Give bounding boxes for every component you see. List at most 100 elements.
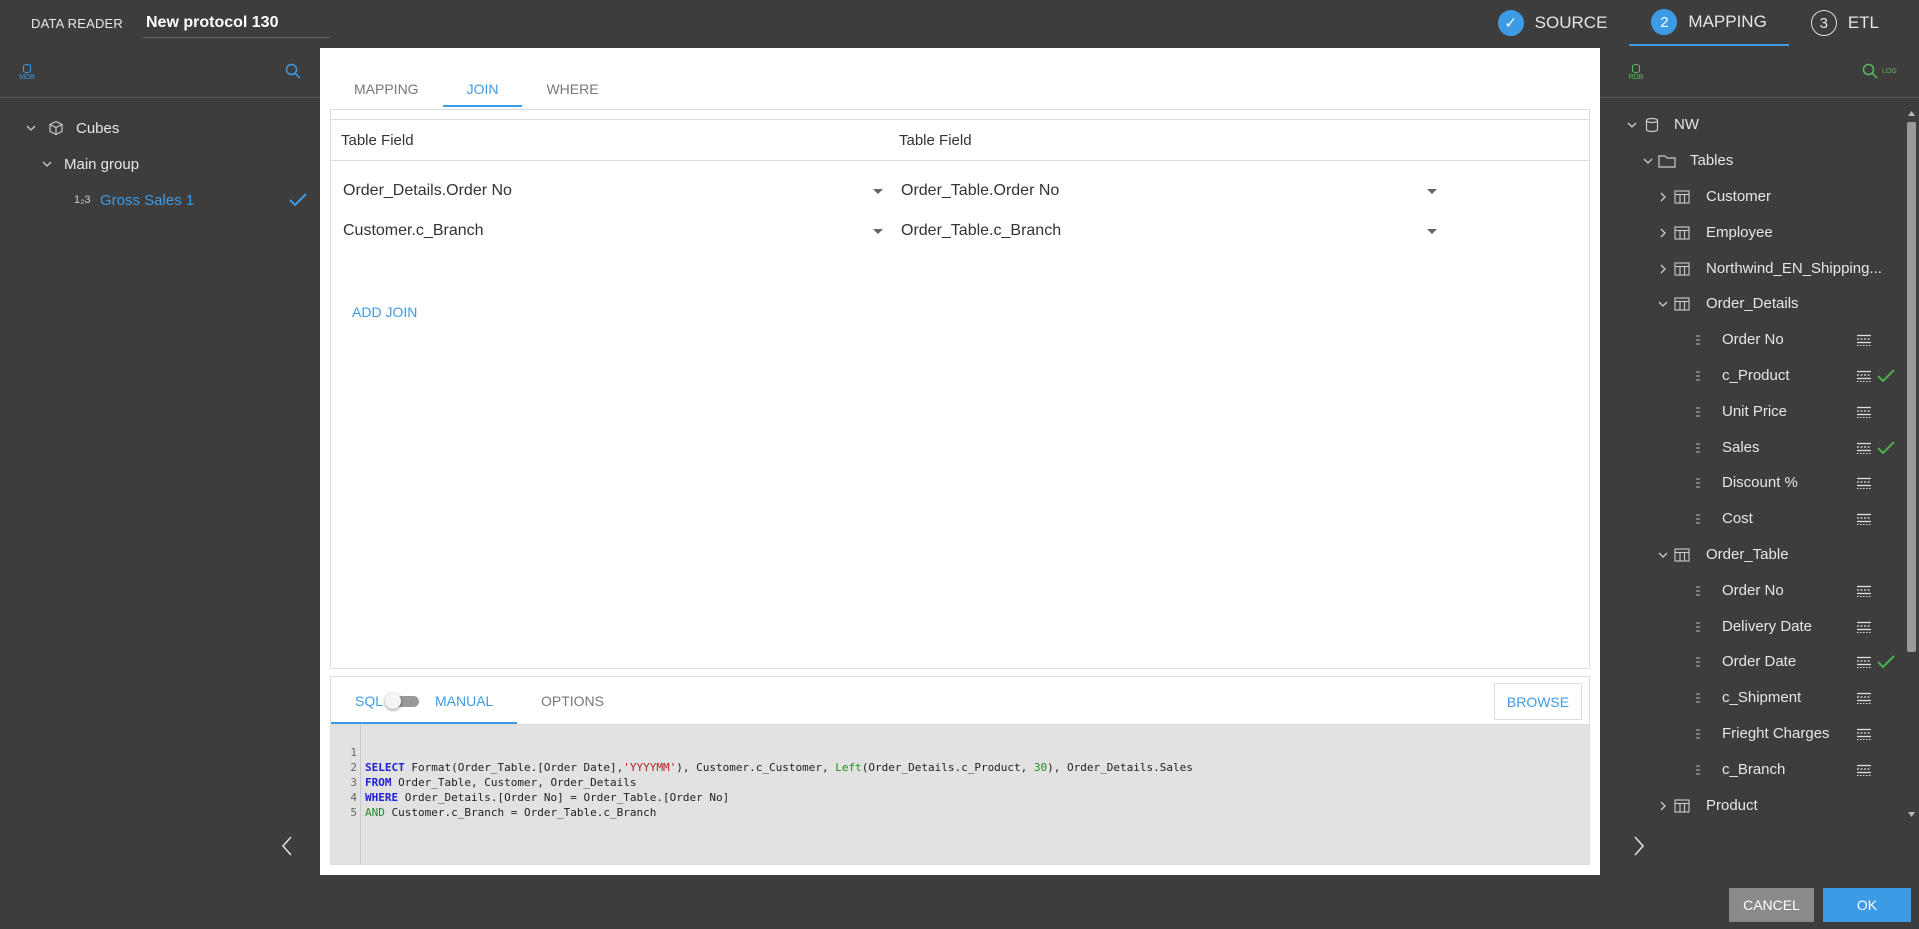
drag-handle-icon[interactable] — [1696, 729, 1700, 739]
drag-handle-icon[interactable] — [1696, 764, 1700, 775]
drag-handle-icon[interactable] — [1696, 585, 1700, 596]
chevron-down-icon[interactable] — [26, 123, 36, 133]
drag-handle-icon[interactable] — [1696, 693, 1700, 704]
drag-handle-icon[interactable] — [1696, 371, 1700, 381]
join-table: Table Field Table Field Order_Details.Or… — [330, 109, 1590, 669]
select-value: Order_Table.Order No — [901, 182, 1060, 199]
tree-item-table[interactable]: Product — [1600, 791, 1900, 821]
tab-join[interactable]: JOIN — [442, 61, 523, 107]
chevron-down-icon[interactable] — [1658, 550, 1668, 560]
join-left-field-select[interactable]: Customer.c_Branch — [341, 212, 886, 250]
tree-item-field[interactable]: Order No — [1600, 325, 1900, 355]
tree-item-table[interactable]: Employee — [1600, 218, 1900, 248]
drag-handle-icon[interactable] — [1696, 621, 1700, 632]
tab-sql-manual[interactable]: SQL MANUAL — [331, 677, 517, 724]
chevron-down-icon[interactable] — [1627, 120, 1637, 130]
chevron-down-icon[interactable] — [1658, 299, 1668, 309]
tree-item-table[interactable]: Northwind_EN_Shipping... — [1600, 254, 1900, 284]
tree-item-field[interactable]: Order No — [1600, 576, 1900, 606]
tree-item-field[interactable]: Discount % — [1600, 468, 1900, 498]
tree-item-main-group[interactable]: Main group — [0, 146, 320, 182]
chevron-down-icon[interactable] — [42, 159, 52, 169]
drag-handle-icon[interactable] — [1696, 657, 1700, 668]
database-icon — [1645, 117, 1659, 133]
field-options-icon[interactable] — [1857, 764, 1871, 776]
tree-item-field[interactable]: Unit Price — [1600, 397, 1900, 427]
tree-item-db[interactable]: NW — [1600, 110, 1900, 140]
scrollbar-thumb[interactable] — [1907, 122, 1916, 652]
browse-button[interactable]: BROWSE — [1494, 683, 1582, 720]
field-label: Unit Price — [1722, 402, 1788, 420]
caret-down-icon — [1427, 189, 1437, 194]
tree-item-field[interactable]: Order Date — [1600, 647, 1900, 677]
tree-item-cubes[interactable]: Cubes — [0, 110, 320, 146]
tree-item-field[interactable]: Sales — [1600, 433, 1900, 463]
tree-item-gross-sales[interactable]: 1₂3 Gross Sales 1 — [0, 182, 320, 218]
tree-item-tables[interactable]: Tables — [1600, 146, 1900, 176]
tree-item-table[interactable]: Customer — [1600, 182, 1900, 212]
field-options-icon[interactable] — [1857, 513, 1871, 526]
tree-item-table[interactable]: Order_Details — [1600, 289, 1900, 319]
drag-handle-icon[interactable] — [1696, 335, 1700, 346]
sql-editor[interactable]: 1 SELECT Format(Order_Table.[Order Date]… — [331, 725, 1589, 864]
join-right-field-select[interactable]: Order_Table.c_Branch — [899, 212, 1444, 250]
tree-item-label: Order_Details — [1706, 295, 1799, 313]
chevron-right-icon[interactable] — [1658, 264, 1668, 274]
log-label[interactable]: LOG — [1882, 68, 1897, 75]
ok-button[interactable]: OK — [1823, 888, 1911, 922]
tree-item-field[interactable]: Frieght Charges — [1600, 719, 1900, 749]
code-line: 1 SELECT Format(Order_Table.[Order Date]… — [331, 730, 1193, 774]
field-label: Order No — [1722, 331, 1784, 349]
field-options-icon[interactable] — [1857, 692, 1871, 705]
tree-item-field[interactable]: c_Shipment — [1600, 683, 1900, 713]
drag-handle-icon[interactable] — [1696, 406, 1700, 417]
tab-where[interactable]: WHERE — [522, 61, 622, 107]
line-number: 5 — [350, 806, 357, 819]
tree-item-field[interactable]: Cost — [1600, 504, 1900, 534]
step-etl[interactable]: 3 ETL — [1789, 0, 1919, 46]
code-line: 2 FROM Order_Table, Customer, Order_Deta… — [331, 745, 636, 789]
step-mapping[interactable]: 2 MAPPING — [1629, 0, 1789, 46]
drag-handle-icon[interactable] — [1696, 514, 1700, 525]
field-options-icon[interactable] — [1857, 477, 1871, 490]
tree-item-field[interactable]: c_Branch — [1600, 755, 1900, 785]
collapse-left-arrow-icon[interactable] — [280, 835, 294, 857]
join-left-field-select[interactable]: Order_Details.Order No — [341, 172, 886, 210]
field-options-icon[interactable] — [1857, 585, 1871, 597]
cancel-button[interactable]: CANCEL — [1729, 888, 1814, 922]
scroll-up-icon[interactable] — [1907, 110, 1916, 118]
join-right-field-select[interactable]: Order_Table.Order No — [899, 172, 1444, 210]
field-options-icon[interactable] — [1857, 334, 1871, 347]
field-options-icon[interactable] — [1857, 621, 1871, 633]
tree-item-label: Cubes — [76, 119, 120, 137]
right-panel-header: RDB LOG — [1600, 48, 1919, 98]
field-options-icon[interactable] — [1857, 656, 1871, 669]
field-options-icon[interactable] — [1857, 442, 1871, 454]
field-options-icon[interactable] — [1857, 406, 1871, 418]
tree-item-field[interactable]: Delivery Date — [1600, 612, 1900, 642]
drag-handle-icon[interactable] — [1696, 478, 1700, 489]
tab-options[interactable]: OPTIONS — [541, 693, 604, 709]
chevron-right-icon[interactable] — [1658, 801, 1668, 811]
tab-mapping[interactable]: MAPPING — [330, 61, 443, 107]
scrollbar[interactable] — [1905, 110, 1917, 818]
step-mapping-label: MAPPING — [1688, 12, 1767, 31]
drag-handle-icon[interactable] — [1696, 442, 1700, 453]
protocol-name-input[interactable]: New protocol 130 — [143, 12, 330, 38]
field-options-icon[interactable] — [1857, 370, 1871, 382]
code-line: 4 AND Customer.c_Branch = Order_Table.c_… — [331, 775, 656, 819]
tree-item-field[interactable]: c_Product — [1600, 361, 1900, 391]
step-source[interactable]: ✓ SOURCE — [1476, 0, 1630, 46]
tree-item-table[interactable]: Order_Table — [1600, 540, 1900, 570]
sql-manual-toggle[interactable] — [385, 693, 419, 709]
search-icon[interactable] — [285, 63, 301, 79]
collapse-right-arrow-icon[interactable] — [1632, 835, 1646, 857]
step-mapping-number: 2 — [1651, 9, 1678, 35]
field-options-icon[interactable] — [1857, 728, 1871, 740]
scroll-down-icon[interactable] — [1907, 810, 1916, 818]
search-icon[interactable] — [1862, 63, 1878, 79]
chevron-down-icon[interactable] — [1643, 156, 1653, 166]
chevron-right-icon[interactable] — [1658, 228, 1668, 238]
add-join-button[interactable]: ADD JOIN — [352, 304, 417, 320]
chevron-right-icon[interactable] — [1658, 192, 1668, 202]
